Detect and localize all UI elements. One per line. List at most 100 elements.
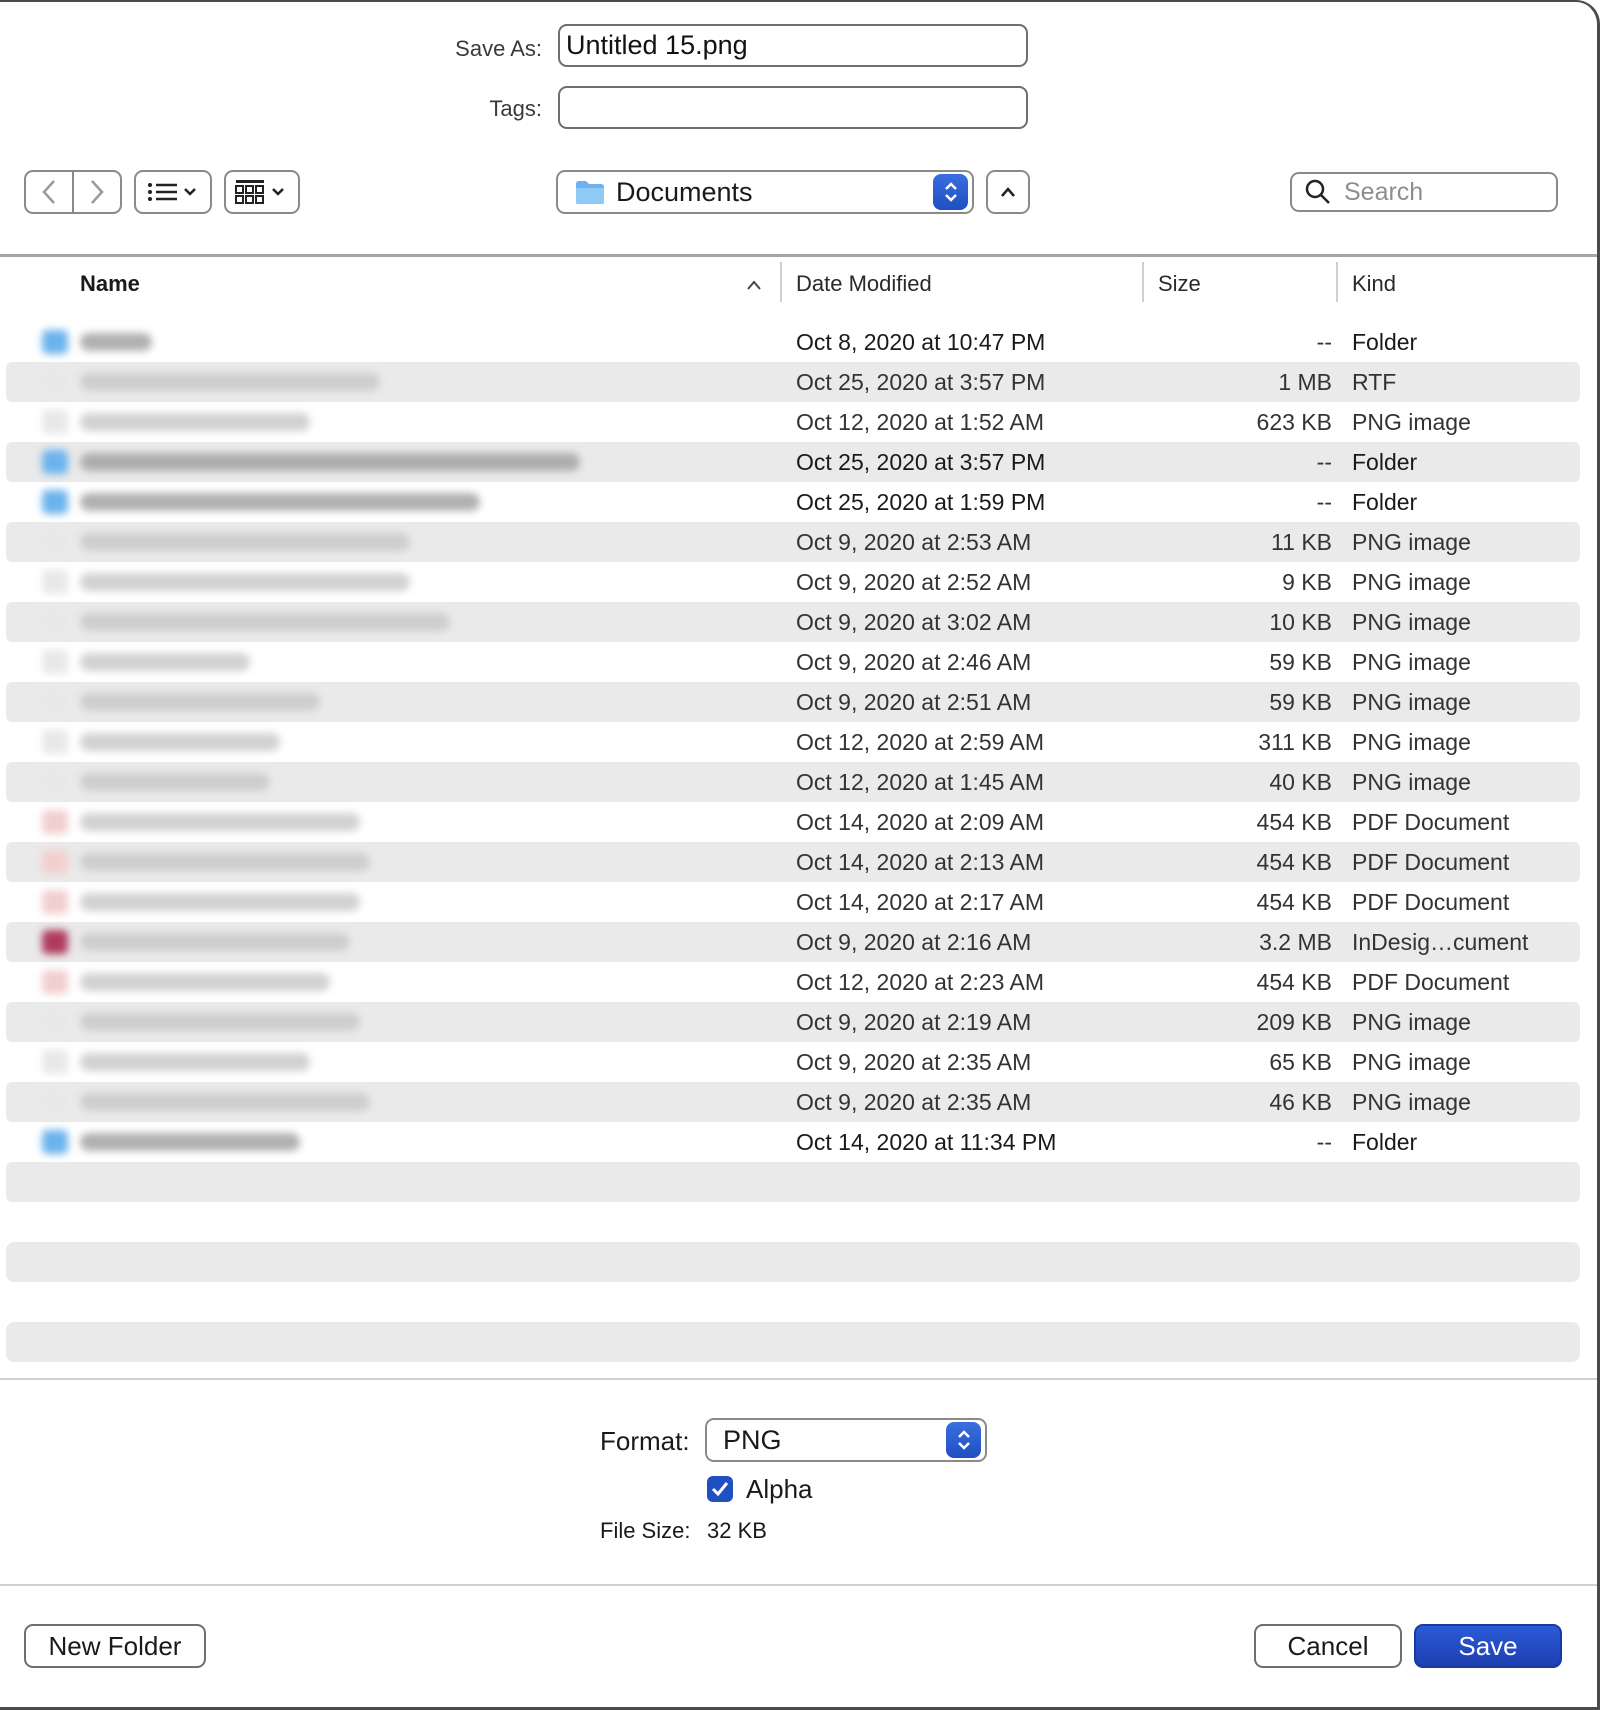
column-header-size[interactable]: Size xyxy=(1158,266,1201,302)
file-date: Oct 9, 2020 at 2:52 AM xyxy=(796,569,1032,595)
file-name-redacted xyxy=(80,773,270,791)
save-button[interactable]: Save xyxy=(1414,1624,1562,1668)
file-size: -- xyxy=(1316,489,1332,515)
file-row[interactable]: Oct 9, 2020 at 3:02 AM 10 KB PNG image xyxy=(6,602,1580,642)
folder-icon xyxy=(42,1130,68,1154)
file-icon xyxy=(42,730,68,754)
file-row[interactable]: Oct 12, 2020 at 1:52 AM 623 KB PNG image xyxy=(6,402,1580,442)
file-name-redacted xyxy=(80,413,310,431)
folder-icon xyxy=(42,450,68,474)
column-separator[interactable] xyxy=(1336,262,1338,302)
file-row[interactable]: Oct 8, 2020 at 10:47 PM -- Folder xyxy=(6,322,1580,362)
file-row[interactable]: Oct 14, 2020 at 2:09 AM 454 KB PDF Documen… xyxy=(6,802,1580,842)
file-size: 11 KB xyxy=(1271,529,1332,555)
back-button[interactable] xyxy=(24,170,74,214)
file-date: Oct 25, 2020 at 3:57 PM xyxy=(796,449,1046,475)
file-name-redacted xyxy=(80,1093,370,1111)
file-row[interactable]: Oct 9, 2020 at 2:51 AM 59 KB PNG image xyxy=(6,682,1580,722)
file-kind: PNG image xyxy=(1352,529,1471,555)
file-name-redacted xyxy=(80,733,280,751)
file-kind: PNG image xyxy=(1352,769,1471,795)
save-as-field[interactable]: Untitled 15.png xyxy=(558,24,1028,67)
pdf-file-icon xyxy=(42,810,68,834)
file-kind: PNG image xyxy=(1352,689,1471,715)
file-size: 454 KB xyxy=(1256,889,1332,915)
file-name-redacted xyxy=(80,1053,310,1071)
file-kind: InDesig…cument xyxy=(1352,929,1529,955)
pdf-file-icon xyxy=(42,890,68,914)
file-icon xyxy=(42,770,68,794)
file-row[interactable]: Oct 9, 2020 at 2:52 AM 9 KB PNG image xyxy=(6,562,1580,602)
file-row[interactable]: Oct 25, 2020 at 1:59 PM -- Folder xyxy=(6,482,1580,522)
file-icon xyxy=(42,1010,68,1034)
search-field[interactable]: Search xyxy=(1290,172,1558,212)
column-separator[interactable] xyxy=(780,262,782,302)
file-icon xyxy=(42,530,68,554)
format-stepper xyxy=(946,1422,981,1458)
file-name-redacted xyxy=(80,453,580,471)
file-row[interactable]: Oct 9, 2020 at 2:46 AM 59 KB PNG image xyxy=(6,642,1580,682)
column-header-kind[interactable]: Kind xyxy=(1352,266,1396,302)
column-header-name[interactable]: Name xyxy=(80,266,140,302)
location-popup[interactable]: Documents xyxy=(556,170,974,214)
cancel-button[interactable]: Cancel xyxy=(1254,1624,1402,1668)
alpha-checkbox[interactable] xyxy=(707,1476,733,1502)
list-view-button[interactable] xyxy=(134,170,212,214)
column-separator[interactable] xyxy=(1142,262,1144,302)
chevron-right-icon xyxy=(91,180,104,204)
file-row[interactable]: Oct 9, 2020 at 2:53 AM 11 KB PNG image xyxy=(6,522,1580,562)
file-row[interactable]: Oct 25, 2020 at 3:57 PM 1 MB RTF xyxy=(6,362,1580,402)
search-icon xyxy=(1305,179,1330,204)
file-date: Oct 25, 2020 at 1:59 PM xyxy=(796,489,1046,515)
file-date: Oct 12, 2020 at 2:23 AM xyxy=(796,969,1045,995)
tags-field[interactable] xyxy=(558,86,1028,129)
format-value: PNG xyxy=(723,1424,782,1455)
file-date: Oct 9, 2020 at 2:16 AM xyxy=(796,929,1032,955)
file-size: 46 KB xyxy=(1269,1089,1332,1115)
file-row[interactable]: Oct 14, 2020 at 2:17 AM 454 KB PDF Documen… xyxy=(6,882,1580,922)
up-down-chevron-icon xyxy=(944,182,957,202)
new-folder-button[interactable]: New Folder xyxy=(24,1624,206,1668)
file-row[interactable]: Oct 12, 2020 at 2:23 AM 454 KB PDF Documen… xyxy=(6,962,1580,1002)
column-header-date[interactable]: Date Modified xyxy=(796,266,932,302)
file-row[interactable]: Oct 9, 2020 at 2:35 AM 46 KB PNG image xyxy=(6,1082,1580,1122)
file-kind: PNG image xyxy=(1352,729,1471,755)
file-name-redacted xyxy=(80,573,410,591)
file-row[interactable]: Oct 14, 2020 at 2:13 AM 454 KB PDF Documen… xyxy=(6,842,1580,882)
file-name-redacted xyxy=(80,893,360,911)
file-name-redacted xyxy=(80,333,152,351)
file-kind: PDF Document xyxy=(1352,969,1510,995)
file-row[interactable]: Oct 9, 2020 at 2:19 AM 209 KB PNG image xyxy=(6,1002,1580,1042)
sort-ascending-icon xyxy=(747,280,761,290)
chevron-left-icon xyxy=(42,180,55,204)
group-view-button[interactable] xyxy=(224,170,300,214)
format-popup[interactable]: PNG xyxy=(705,1418,987,1462)
file-row[interactable]: Oct 12, 2020 at 2:59 AM 311 KB PNG image xyxy=(6,722,1580,762)
file-row[interactable]: Oct 14, 2020 at 11:34 PM -- Folder xyxy=(6,1122,1580,1162)
file-size: 3.2 MB xyxy=(1259,929,1332,955)
file-name-redacted xyxy=(80,653,250,671)
file-name-redacted xyxy=(80,693,320,711)
file-name-redacted xyxy=(80,373,380,391)
folder-icon xyxy=(42,490,68,514)
file-date: Oct 14, 2020 at 2:09 AM xyxy=(796,809,1045,835)
file-kind: Folder xyxy=(1352,1129,1418,1155)
save-as-label: Save As: xyxy=(455,36,542,61)
file-row[interactable]: Oct 9, 2020 at 2:16 AM 3.2 MB InDesig…cume… xyxy=(6,922,1580,962)
file-icon xyxy=(42,690,68,714)
grid-icon xyxy=(235,180,284,204)
file-kind: PNG image xyxy=(1352,649,1471,675)
file-date: Oct 9, 2020 at 2:46 AM xyxy=(796,649,1032,675)
collapse-button[interactable] xyxy=(986,170,1030,214)
file-row[interactable]: Oct 9, 2020 at 2:35 AM 65 KB PNG image xyxy=(6,1042,1580,1082)
chevron-up-icon xyxy=(1001,187,1015,197)
file-date: Oct 9, 2020 at 2:53 AM xyxy=(796,529,1032,555)
file-row[interactable]: Oct 12, 2020 at 1:45 AM 40 KB PNG image xyxy=(6,762,1580,802)
file-row[interactable]: Oct 25, 2020 at 3:57 PM -- Folder xyxy=(6,442,1580,482)
file-name-redacted xyxy=(80,493,480,511)
forward-button[interactable] xyxy=(72,170,122,214)
alpha-label[interactable]: Alpha xyxy=(746,1474,813,1505)
file-kind: PDF Document xyxy=(1352,849,1510,875)
list-icon xyxy=(148,183,196,201)
file-kind: RTF xyxy=(1352,369,1397,395)
